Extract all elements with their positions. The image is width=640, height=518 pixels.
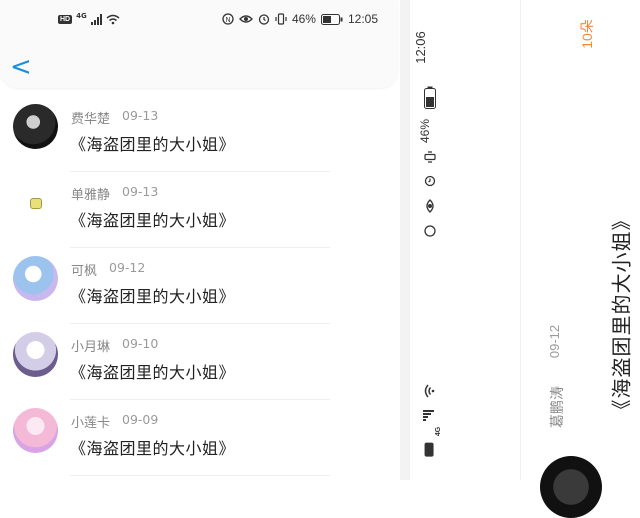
- flower-count: 10朵: [578, 19, 595, 49]
- sender-name: 葛鹏涛: [549, 386, 565, 428]
- status-time: 12:05: [347, 12, 378, 26]
- list-item[interactable]: 费华楚 09-13 《海盗团里的大小姐》: [0, 96, 360, 172]
- message-date: 09-13: [122, 184, 159, 199]
- eye-icon: [426, 199, 434, 213]
- message-date: 09-09: [122, 412, 159, 427]
- rotated-message[interactable]: 10朵 《海盗团里的大小姐》 09-12 葛鹏涛: [520, 0, 640, 518]
- wifi-icon: [424, 384, 435, 398]
- back-button[interactable]: <: [10, 54, 32, 82]
- message-date: 09-10: [122, 336, 159, 351]
- network-type: 4G: [435, 426, 443, 437]
- network-type: 4G: [76, 11, 87, 20]
- message-date: 09-12: [547, 324, 563, 359]
- status-bar: HD 4G N 46% 12:05: [0, 10, 398, 34]
- nfc-icon: N: [222, 13, 234, 25]
- battery-icon: [320, 13, 343, 25]
- message-text: 《海盗团里的大小姐》: [611, 209, 634, 420]
- svg-text:N: N: [225, 17, 230, 24]
- sender-line: 费华楚 09-13: [71, 108, 158, 127]
- sender-name: 小莲卡: [71, 416, 111, 431]
- list-item[interactable]: 小月琳 09-10 《海盗团里的大小姐》: [0, 324, 360, 400]
- sender-name: 单雅静: [71, 188, 111, 203]
- battery-percent: 46%: [418, 118, 433, 144]
- signal-icon: [423, 410, 434, 421]
- message-date: 09-12: [109, 260, 146, 275]
- message-date: 09-13: [122, 108, 159, 123]
- battery-percent: 46%: [291, 12, 316, 26]
- message-text: 《海盗团里的大小姐》: [70, 211, 236, 230]
- avatar[interactable]: [13, 408, 58, 453]
- sender-line: 小莲卡 09-09: [71, 412, 158, 431]
- alarm-icon: [424, 175, 436, 187]
- list-item[interactable]: 小莲卡 09-09 《海盗团里的大小姐》: [0, 400, 360, 476]
- list-item[interactable]: 可枫 09-12 《海盗团里的大小姐》: [0, 248, 360, 324]
- divider: [70, 475, 330, 476]
- left-phone-screen: HD 4G N 46% 12:05 < 费华楚 09-13 《海盗团里的大小姐》…: [0, 0, 400, 480]
- avatar[interactable]: [13, 104, 58, 149]
- vibrate-icon: [424, 151, 436, 163]
- sender-name: 小月琳: [71, 340, 111, 355]
- avatar[interactable]: [13, 256, 58, 301]
- message-text: 《海盗团里的大小姐》: [70, 363, 236, 382]
- sender-name: 费华楚: [71, 112, 111, 127]
- hd-icon: HD: [424, 442, 434, 457]
- chevron-left-icon: <: [10, 52, 32, 82]
- list-item[interactable]: 单雅静 09-13 《海盗团里的大小姐》: [0, 172, 360, 248]
- screen-gap: [400, 0, 410, 480]
- alarm-icon: [258, 14, 270, 25]
- avatar[interactable]: [13, 180, 58, 225]
- signal-icon: [90, 14, 102, 25]
- hd-icon: HD: [58, 15, 73, 24]
- sender-line: 可枫 09-12: [71, 260, 145, 279]
- status-time: 12:06: [412, 31, 428, 64]
- avatar[interactable]: [540, 456, 602, 518]
- sender-name: 可枫: [71, 264, 98, 279]
- eye-icon: [239, 15, 253, 23]
- message-text: 《海盗团里的大小姐》: [70, 135, 236, 154]
- header-card: HD 4G N 46% 12:05 <: [0, 0, 398, 88]
- vibrate-icon: [275, 13, 287, 25]
- message-list: 费华楚 09-13 《海盗团里的大小姐》 单雅静 09-13 《海盗团里的大小姐…: [0, 96, 360, 476]
- avatar[interactable]: [13, 332, 58, 377]
- message-text: 《海盗团里的大小姐》: [70, 439, 236, 458]
- status-left: HD 4G: [58, 11, 120, 25]
- duck-icon: [30, 198, 42, 209]
- battery-icon: [424, 86, 436, 109]
- message-text: 《海盗团里的大小姐》: [70, 287, 236, 306]
- wifi-icon: [106, 14, 120, 25]
- sender-line: 单雅静 09-13: [71, 184, 158, 203]
- nfc-icon: [424, 225, 436, 237]
- status-right: N 46% 12:05: [222, 12, 378, 26]
- sender-line: 小月琳 09-10: [71, 336, 158, 355]
